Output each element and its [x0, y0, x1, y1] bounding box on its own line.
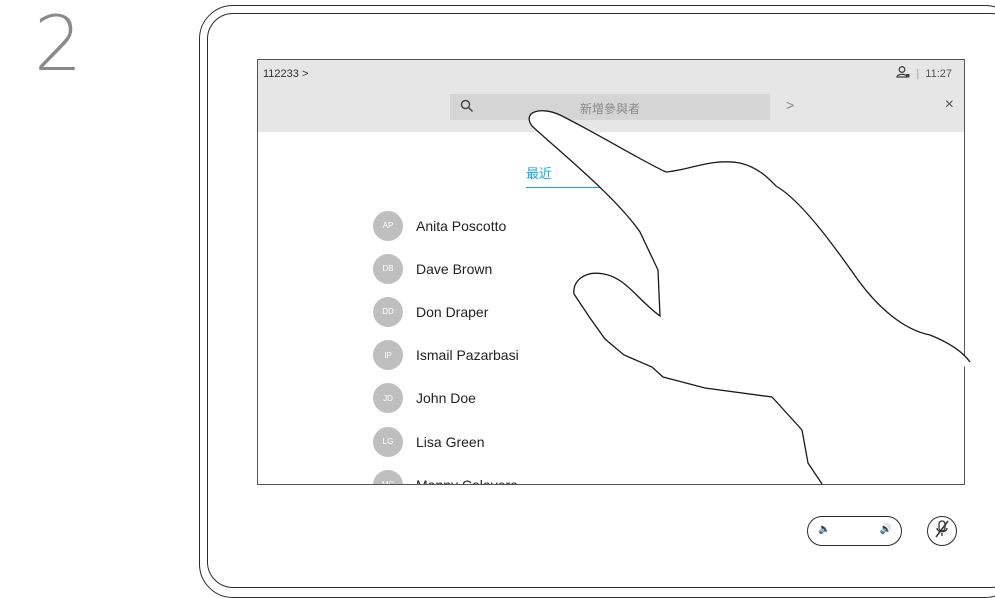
list-item[interactable]: AP Anita Poscotto — [373, 204, 519, 247]
contact-name: Don Draper — [416, 303, 489, 320]
tab-underline — [526, 187, 676, 188]
close-icon[interactable]: × — [945, 96, 954, 114]
user-icon[interactable] — [896, 66, 910, 81]
search-placeholder: 新增參與者 — [579, 102, 640, 116]
list-item[interactable]: DD Don Draper — [373, 290, 519, 333]
status-area: | 11:27 — [896, 66, 952, 81]
volume-control[interactable]: 🔈 🔊 — [807, 516, 902, 546]
contact-name: John Doe — [416, 390, 476, 407]
list-item[interactable]: IP Ismail Pazarbasi — [373, 334, 519, 377]
mute-icon — [934, 519, 950, 543]
list-item[interactable]: DB Dave Brown — [373, 247, 519, 290]
contact-name: Ismail Pazarbasi — [416, 347, 519, 364]
list-item[interactable]: MC Manny Calavera — [373, 463, 519, 485]
avatar: MC — [373, 469, 403, 484]
call-id-breadcrumb[interactable]: 112233 > — [263, 68, 308, 80]
contact-name: Lisa Green — [416, 433, 485, 450]
contact-name: Anita Poscotto — [416, 217, 507, 234]
search-input[interactable]: 新增參與者 — [450, 94, 770, 120]
tab-recent[interactable]: 最近 — [526, 163, 552, 182]
mute-button[interactable] — [927, 516, 957, 546]
contact-name: Manny Calavera — [416, 476, 518, 485]
touch-screen: 112233 > | 11:27 新增參與者 > × 最近 AP Anita Po… — [257, 59, 965, 485]
avatar: JD — [373, 383, 403, 414]
volume-up-icon[interactable]: 🔊 — [880, 524, 892, 535]
top-bar: 112233 > | 11:27 新增參與者 > × — [258, 60, 964, 132]
clock: 11:27 — [925, 67, 952, 80]
list-item[interactable]: JD John Doe — [373, 377, 519, 420]
avatar: DB — [373, 253, 403, 284]
avatar: DD — [373, 296, 403, 327]
chevron-right-icon[interactable]: > — [786, 97, 794, 113]
avatar: IP — [373, 340, 403, 371]
status-separator: | — [916, 67, 920, 80]
contact-name: Dave Brown — [416, 260, 493, 277]
contact-list: AP Anita Poscotto DB Dave Brown DD Don Drap… — [373, 204, 519, 485]
volume-down-icon[interactable]: 🔈 — [818, 524, 830, 535]
list-item[interactable]: LG Lisa Green — [373, 420, 519, 463]
avatar: LG — [373, 426, 403, 457]
avatar: AP — [373, 210, 403, 241]
step-number: 2 — [34, 0, 83, 88]
